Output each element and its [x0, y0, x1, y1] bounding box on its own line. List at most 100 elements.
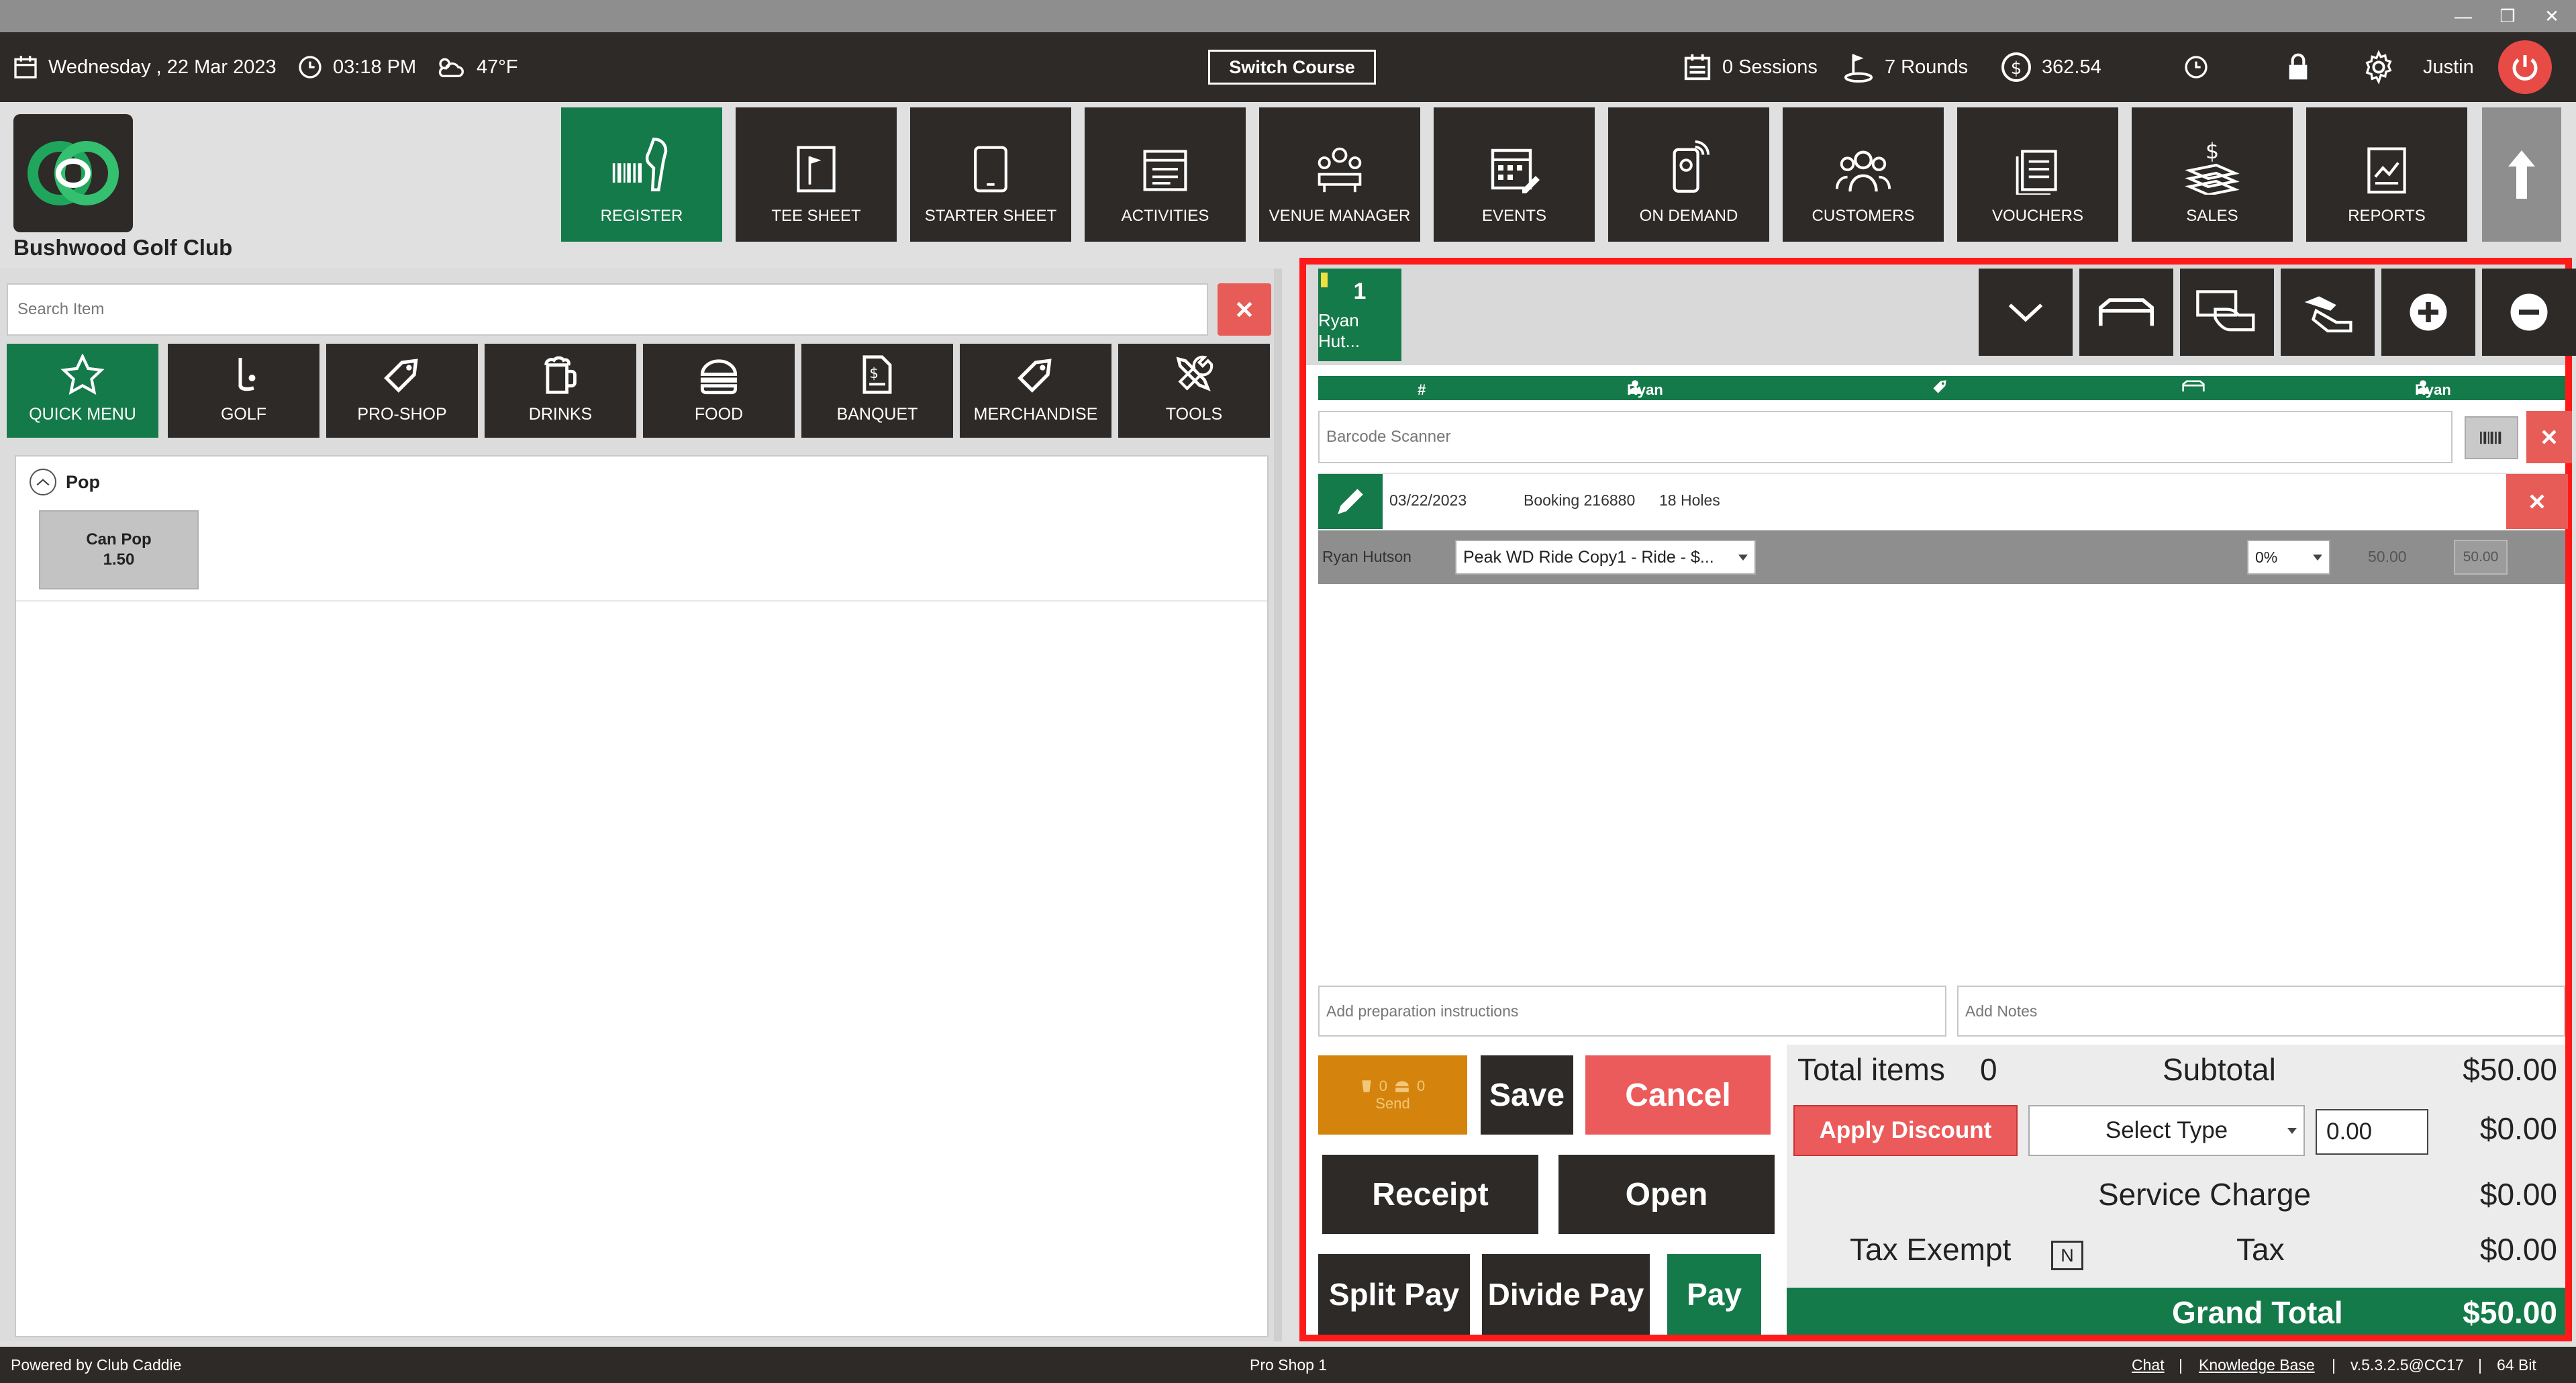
- save-button[interactable]: Save: [1481, 1055, 1573, 1135]
- sessions-text: 0 Sessions: [1722, 56, 1818, 78]
- rate-select-value: Peak WD Ride Copy1 - Ride - $...: [1463, 547, 1714, 567]
- settings-button[interactable]: [2361, 32, 2406, 102]
- user-name[interactable]: Justin: [2423, 32, 2474, 102]
- order-tab-number: 1: [1353, 278, 1367, 304]
- transfer-button[interactable]: [2281, 269, 2375, 356]
- expand-order-button[interactable]: [1979, 269, 2073, 356]
- nav-tee-sheet[interactable]: TEE SHEET: [736, 107, 897, 242]
- nav-venue-manager-label: VENUE MANAGER: [1269, 207, 1411, 225]
- order-tab-1[interactable]: 1 Ryan Hut...: [1318, 269, 1401, 361]
- line-price-value: 50.00: [2463, 549, 2499, 565]
- line-player: Ryan Hutson: [1322, 548, 1411, 565]
- knowledge-base-link[interactable]: Knowledge Base: [2199, 1356, 2315, 1374]
- nav-vouchers[interactable]: VOUCHERS: [1957, 107, 2118, 242]
- temperature-text: 47°F: [477, 56, 518, 78]
- balance-display[interactable]: $ 362.54: [2000, 32, 2101, 102]
- menu-group-header[interactable]: Pop: [30, 469, 100, 495]
- close-icon[interactable]: ✕: [2532, 4, 2572, 28]
- nav-on-demand[interactable]: ON DEMAND: [1608, 107, 1769, 242]
- nav-events[interactable]: EVENTS: [1434, 107, 1595, 242]
- category-food[interactable]: FOOD: [643, 344, 795, 438]
- discount-percent-select[interactable]: 0%: [2247, 540, 2330, 575]
- close-icon: [1236, 301, 1252, 318]
- order-column-header: # - Ryan Hutson Ryan: [1318, 376, 2565, 416]
- minimize-icon[interactable]: —: [2443, 4, 2483, 28]
- nav-reports[interactable]: REPORTS: [2306, 107, 2467, 242]
- open-drawer-button[interactable]: Open: [1558, 1155, 1775, 1234]
- search-clear-button[interactable]: [1218, 283, 1271, 336]
- collapse-toggle[interactable]: [30, 469, 56, 495]
- nav-venue-manager[interactable]: VENUE MANAGER: [1259, 107, 1420, 242]
- hand-card-icon: [2196, 290, 2255, 332]
- tax-label: Tax: [2236, 1232, 2285, 1267]
- order-line-row[interactable]: Ryan Hutson Peak WD Ride Copy1 - Ride - …: [1318, 530, 2565, 584]
- category-banquet[interactable]: $ BANQUET: [801, 344, 953, 438]
- divide-pay-button[interactable]: Divide Pay: [1482, 1254, 1650, 1335]
- split-check-button[interactable]: [2180, 269, 2274, 356]
- nav-activities[interactable]: ACTIVITIES: [1085, 107, 1246, 242]
- rounds-display[interactable]: 7 Rounds: [1842, 32, 1968, 102]
- restore-icon[interactable]: ❐: [2487, 4, 2528, 28]
- barcode-scan-button[interactable]: [2465, 416, 2518, 459]
- column-server-label: Ryan: [2415, 381, 2451, 398]
- invoice-icon: $: [862, 355, 892, 394]
- tag-icon: [384, 359, 418, 393]
- pane-splitter[interactable]: [1274, 269, 1282, 1341]
- remove-booking-button[interactable]: [2506, 474, 2568, 529]
- category-drinks[interactable]: DRINKS: [485, 344, 636, 438]
- svg-text:$: $: [2206, 138, 2219, 164]
- nav-sales[interactable]: $ SALES: [2132, 107, 2293, 242]
- preparation-instructions-input[interactable]: [1318, 986, 1946, 1037]
- rate-select[interactable]: Peak WD Ride Copy1 - Ride - $...: [1455, 540, 1756, 575]
- nav-register[interactable]: REGISTER: [561, 107, 722, 242]
- nav-sales-label: SALES: [2186, 207, 2238, 225]
- apply-discount-button[interactable]: Apply Discount: [1793, 1105, 2018, 1156]
- station-name: Pro Shop 1: [1250, 1356, 1328, 1374]
- add-item-button[interactable]: [2381, 269, 2475, 356]
- scroll-top-button[interactable]: [2482, 107, 2561, 242]
- nav-starter-sheet[interactable]: STARTER SHEET: [910, 107, 1071, 242]
- menu-item-can-pop[interactable]: Can Pop 1.50: [39, 510, 199, 589]
- activities-list-icon: [1143, 150, 1187, 191]
- tax-exempt-toggle[interactable]: N: [2051, 1241, 2083, 1270]
- search-item-input[interactable]: [7, 283, 1208, 336]
- burger-icon: [700, 359, 738, 395]
- receipt-button[interactable]: Receipt: [1322, 1155, 1538, 1234]
- pay-button[interactable]: Pay: [1667, 1254, 1761, 1335]
- booking-row[interactable]: 03/22/2023 Booking 216880 18 Holes: [1318, 473, 2568, 529]
- split-pay-button[interactable]: Split Pay: [1318, 1254, 1470, 1335]
- calendar-icon: [14, 56, 37, 79]
- edit-booking-button[interactable]: [1318, 474, 1383, 529]
- sessions-display[interactable]: 0 Sessions: [1682, 32, 1818, 102]
- nav-activities-label: ACTIVITIES: [1121, 207, 1209, 225]
- table-button[interactable]: [2079, 269, 2173, 356]
- notes-input[interactable]: [1957, 986, 2565, 1037]
- nav-customers[interactable]: CUSTOMERS: [1783, 107, 1944, 242]
- lock-button[interactable]: [2285, 32, 2321, 102]
- menu-items-panel: Pop Can Pop 1.50: [15, 455, 1269, 1337]
- send-button[interactable]: 0 0 Send: [1318, 1055, 1467, 1135]
- category-food-label: FOOD: [694, 405, 744, 424]
- category-tools[interactable]: TOOLS: [1118, 344, 1270, 438]
- subtotal-label: Subtotal: [2163, 1052, 2276, 1087]
- nav-reports-label: REPORTS: [2348, 207, 2426, 225]
- chevron-down-icon: [1738, 555, 1748, 561]
- line-price-field[interactable]: 50.00: [2454, 540, 2508, 575]
- category-merchandise[interactable]: MERCHANDISE: [960, 344, 1111, 438]
- barcode-clear-button[interactable]: [2526, 411, 2572, 463]
- cancel-button[interactable]: Cancel: [1585, 1055, 1771, 1135]
- switch-course-button[interactable]: Switch Course: [1208, 50, 1376, 85]
- category-pro-shop[interactable]: PRO-SHOP: [326, 344, 478, 438]
- vouchers-stack-icon: [2016, 150, 2057, 195]
- category-quick-menu-label: QUICK MENU: [29, 405, 136, 424]
- chat-link[interactable]: Chat: [2132, 1356, 2165, 1374]
- logout-button[interactable]: [2498, 40, 2552, 94]
- discount-type-select[interactable]: Select Type: [2028, 1105, 2305, 1156]
- discount-value-input[interactable]: [2316, 1109, 2428, 1155]
- history-button[interactable]: [2183, 32, 2219, 102]
- category-quick-menu[interactable]: QUICK MENU: [7, 344, 158, 438]
- category-golf[interactable]: GOLF: [168, 344, 319, 438]
- barcode-scanner-input[interactable]: [1318, 411, 2453, 463]
- hand-pay-icon: [2304, 296, 2352, 333]
- remove-item-button[interactable]: [2482, 269, 2576, 356]
